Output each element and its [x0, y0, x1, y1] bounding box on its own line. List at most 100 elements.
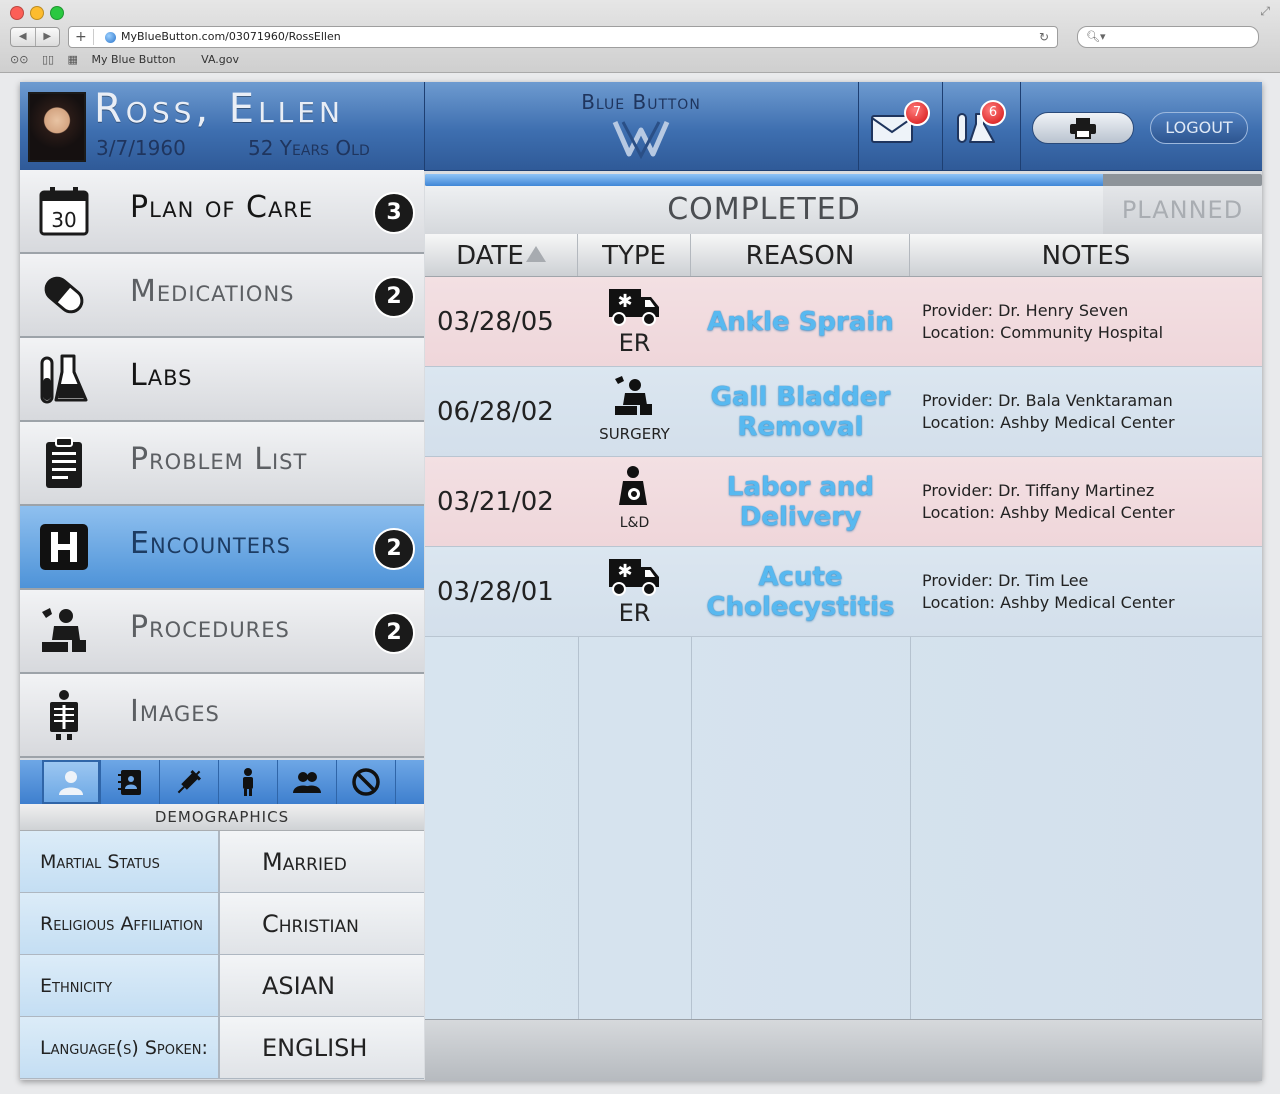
url-text[interactable]: MyBlueButton.com/03071960/RossEllen — [121, 27, 341, 47]
encounter-location: Location: Ashby Medical Center — [922, 592, 1175, 612]
encounter-type-label: ER — [618, 599, 651, 627]
encounter-type-label: ER — [618, 329, 651, 357]
plan-of-care-count-badge: 3 — [373, 192, 415, 234]
column-header-notes[interactable]: NOTES — [910, 234, 1262, 276]
sidebar-item-medications[interactable]: Medications 2 — [20, 254, 424, 338]
encounters-table-body: 03/28/05 ✱ ER Ankle Sprain Provider: Dr.… — [425, 277, 1262, 1019]
back-button[interactable]: ◀ — [11, 28, 36, 46]
encounter-reason-link[interactable]: Ankle Sprain — [691, 277, 910, 366]
demographics-row: Religious Affiliation Christian — [20, 893, 424, 955]
top-sites-icon[interactable]: ▦ — [68, 53, 78, 66]
reload-icon[interactable]: ↻ — [1039, 27, 1049, 47]
table-row[interactable]: 03/28/01 ✱ ER Acute Cholecystitis Provid… — [425, 547, 1262, 637]
patient-profile: Ross, Ellen 3/7/1960 52 Years Old — [20, 82, 425, 170]
minimize-window-button[interactable] — [30, 6, 44, 20]
svg-text:✱: ✱ — [617, 561, 632, 582]
demographics-label: Religious Affiliation — [20, 893, 220, 954]
clipboard-icon — [46, 437, 82, 488]
messages-count-badge: 7 — [904, 100, 930, 126]
bookmark-va-gov[interactable]: VA.gov — [201, 53, 239, 66]
hospital-icon — [40, 524, 88, 570]
table-row[interactable]: 06/28/02 SURGERY Gall Bladder Removal Pr… — [425, 367, 1262, 457]
demographics-label: Ethnicity — [20, 955, 220, 1016]
prohibited-icon — [352, 768, 380, 796]
group-icon — [293, 772, 321, 793]
syringe-icon — [177, 769, 202, 794]
print-button[interactable] — [1032, 112, 1134, 144]
encounter-type: L&D — [578, 457, 691, 546]
encounter-provider: Provider: Dr. Henry Seven — [922, 300, 1129, 320]
messages-button[interactable]: 7 — [858, 82, 943, 170]
demographics-value: Married — [220, 831, 424, 892]
table-row[interactable]: 03/21/02 L&D Labor and Delivery Provider… — [425, 457, 1262, 547]
tab-planned[interactable]: PLANNED — [1103, 186, 1262, 234]
demographics-value: Christian — [220, 893, 424, 954]
surgeon-icon — [42, 608, 86, 652]
reading-list-icon[interactable]: ⊙⊙ — [10, 53, 28, 66]
globe-icon — [105, 32, 116, 43]
sidebar-item-images[interactable]: Images — [20, 674, 424, 758]
avatar — [28, 92, 86, 162]
sidebar-item-label: Procedures — [130, 610, 290, 645]
sidebar-item-encounters[interactable]: Encounters 2 — [20, 506, 424, 590]
encounter-notes: Provider: Dr. Henry Seven Location: Comm… — [910, 277, 1262, 366]
column-header-reason[interactable]: REASON — [691, 234, 910, 276]
procedures-count-badge: 2 — [373, 612, 415, 654]
xray-icon — [50, 690, 78, 740]
encounter-type: ✱ ER — [578, 547, 691, 636]
fullscreen-icon[interactable]: ⤢ — [1260, 4, 1270, 19]
search-input[interactable]: 🔍︎▾ — [1077, 26, 1259, 48]
encounter-reason-link[interactable]: Labor and Delivery — [691, 457, 910, 546]
demographics-value: ASIAN — [220, 955, 424, 1016]
bookmark-my-blue-button[interactable]: My Blue Button — [91, 53, 175, 66]
patient-age: 52 Years Old — [248, 136, 370, 160]
pill-icon — [44, 276, 84, 314]
encounters-count-badge: 2 — [373, 528, 415, 570]
flask-icon — [40, 354, 88, 404]
table-row[interactable]: 03/28/05 ✱ ER Ankle Sprain Provider: Dr.… — [425, 277, 1262, 367]
demographics-title: DEMOGRAPHICS — [20, 804, 424, 831]
contacts-tab-button[interactable] — [101, 760, 160, 804]
family-history-tab-button[interactable] — [219, 760, 278, 804]
immunizations-tab-button[interactable] — [160, 760, 219, 804]
sidebar-item-plan-of-care[interactable]: 30 Plan of Care 3 — [20, 170, 424, 254]
sidebar-item-problem-list[interactable]: Problem List — [20, 422, 424, 506]
address-bar[interactable]: + MyBlueButton.com/03071960/RossEllen ↻ — [68, 26, 1058, 48]
close-window-button[interactable] — [10, 6, 24, 20]
person-icon — [59, 771, 83, 795]
search-icon: 🔍︎▾ — [1086, 30, 1106, 43]
address-separator — [93, 29, 94, 45]
sidebar-item-labs[interactable]: Labs — [20, 338, 424, 422]
demographics-tab-button[interactable] — [42, 760, 101, 804]
sort-ascending-icon[interactable] — [525, 246, 546, 262]
forward-button[interactable]: ▶ — [36, 28, 60, 46]
encounter-notes: Provider: Dr. Bala Venktaraman Location:… — [910, 367, 1262, 456]
sidebar-item-label: Problem List — [130, 442, 308, 477]
progress-fill — [425, 174, 1103, 186]
pregnant-icon — [619, 466, 647, 505]
encounter-provider: Provider: Dr. Tim Lee — [922, 570, 1089, 590]
add-tab-icon[interactable]: + — [75, 27, 87, 47]
calendar-day-text: 30 — [51, 208, 76, 232]
column-header-date[interactable]: DATE — [425, 234, 578, 276]
encounter-reason-link[interactable]: Gall Bladder Removal — [691, 367, 910, 456]
demographics-row: Language(s) Spoken: ENGLISH — [20, 1017, 424, 1079]
column-header-type[interactable]: TYPE — [578, 234, 691, 276]
bookmarks-icon[interactable]: ▯▯ — [42, 53, 54, 66]
sidebar-item-procedures[interactable]: Procedures 2 — [20, 590, 424, 674]
labs-count-badge: 6 — [980, 100, 1006, 126]
lab-results-button[interactable]: 6 — [942, 82, 1021, 170]
ambulance-icon: ✱ — [609, 559, 659, 596]
bookmarks-bar: ⊙⊙ ▯▯ ▦ My Blue Button VA.gov — [10, 52, 261, 68]
encounter-reason-link[interactable]: Acute Cholecystitis — [691, 547, 910, 636]
encounters-footer — [425, 1019, 1262, 1081]
logout-button[interactable]: LOGOUT — [1150, 112, 1248, 144]
tab-completed[interactable]: COMPLETED — [425, 186, 1103, 234]
brand-title: Blue Button — [581, 90, 701, 114]
providers-tab-button[interactable] — [278, 760, 337, 804]
allergies-tab-button[interactable] — [337, 760, 396, 804]
zoom-window-button[interactable] — [50, 6, 64, 20]
demographics-row: Ethnicity ASIAN — [20, 955, 424, 1017]
demographics-toolbar — [20, 760, 424, 804]
